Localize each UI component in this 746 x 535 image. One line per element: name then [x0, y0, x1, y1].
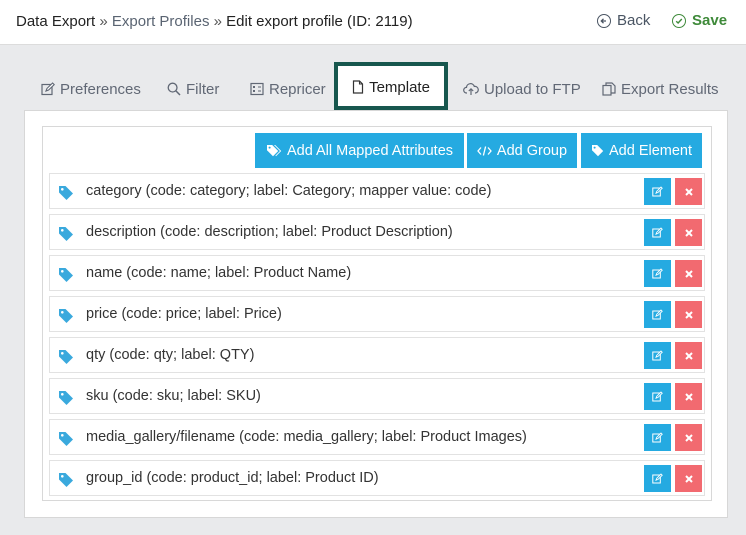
check-circle-icon	[672, 13, 686, 28]
add-group-button[interactable]: Add Group	[467, 133, 577, 168]
delete-button[interactable]	[675, 178, 702, 205]
edit-icon	[652, 227, 663, 238]
tag-icon	[591, 145, 604, 157]
breadcrumb-separator: »	[99, 13, 108, 30]
element-label: group_id (code: product_id; label: Produ…	[86, 470, 379, 486]
element-row: name (code: name; label: Product Name)	[49, 255, 705, 291]
copy-icon	[602, 82, 616, 96]
tag-icon	[58, 308, 74, 328]
edit-icon	[652, 186, 663, 197]
tag-icon	[58, 267, 74, 287]
search-icon	[167, 82, 181, 96]
delete-button[interactable]	[675, 383, 702, 410]
element-label: price (code: price; label: Price)	[86, 306, 282, 322]
tab-preferences[interactable]: Preferences	[41, 77, 141, 101]
close-icon	[684, 392, 693, 401]
edit-button[interactable]	[644, 219, 671, 246]
edit-button[interactable]	[644, 260, 671, 287]
tag-icon	[58, 349, 74, 369]
delete-button[interactable]	[675, 465, 702, 492]
edit-button[interactable]	[644, 383, 671, 410]
delete-button[interactable]	[675, 424, 702, 451]
edit-button[interactable]	[644, 178, 671, 205]
element-row: media_gallery/filename (code: media_gall…	[49, 419, 705, 455]
tag-icon	[58, 431, 74, 451]
edit-icon	[652, 309, 663, 320]
tag-icon	[58, 390, 74, 410]
tags-icon	[266, 145, 282, 157]
edit-icon	[652, 391, 663, 402]
code-icon	[477, 145, 492, 156]
close-icon	[684, 187, 693, 196]
tab-label: Template	[369, 78, 430, 96]
edit-icon	[652, 432, 663, 443]
element-row: group_id (code: product_id; label: Produ…	[49, 460, 705, 496]
element-row: price (code: price; label: Price)	[49, 296, 705, 332]
close-icon	[684, 310, 693, 319]
breadcrumb-export-profiles[interactable]: Export Profiles	[112, 13, 210, 30]
add-all-mapped-attributes-button[interactable]: Add All Mapped Attributes	[255, 133, 464, 168]
cloud-upload-icon	[463, 83, 479, 95]
element-row: description (code: description; label: P…	[49, 214, 705, 250]
tab-upload-to-ftp[interactable]: Upload to FTP	[463, 77, 581, 101]
tab-label: Upload to FTP	[484, 80, 581, 98]
tag-icon	[58, 472, 74, 492]
template-panel: Add All Mapped Attributes Add Group Add …	[24, 110, 728, 518]
close-icon	[684, 351, 693, 360]
element-row: sku (code: sku; label: SKU)	[49, 378, 705, 414]
edit-icon	[652, 268, 663, 279]
element-label: qty (code: qty; label: QTY)	[86, 347, 255, 363]
button-label: Add All Mapped Attributes	[286, 142, 454, 159]
save-button[interactable]: Save	[672, 12, 727, 29]
edit-button[interactable]	[644, 465, 671, 492]
add-element-button[interactable]: Add Element	[581, 133, 702, 168]
element-label: name (code: name; label: Product Name)	[86, 265, 352, 281]
delete-button[interactable]	[675, 219, 702, 246]
breadcrumb: Data Export » Export Profiles » Edit exp…	[16, 13, 413, 30]
button-label: Add Element	[608, 142, 693, 159]
element-label: sku (code: sku; label: SKU)	[86, 388, 261, 404]
element-label: media_gallery/filename (code: media_gall…	[86, 429, 527, 445]
tab-bar: Preferences Filter Repricer Template Upl…	[0, 60, 746, 112]
tab-export-results[interactable]: Export Results	[602, 77, 719, 101]
back-label: Back	[617, 12, 651, 29]
close-icon	[684, 474, 693, 483]
element-label: category (code: category; label: Categor…	[86, 183, 492, 199]
tab-label: Filter	[186, 80, 220, 98]
arrow-left-circle-icon	[597, 13, 611, 28]
edit-icon	[652, 350, 663, 361]
breadcrumb-current: Edit export profile (ID: 2119)	[226, 13, 413, 30]
edit-button[interactable]	[644, 424, 671, 451]
tag-icon	[58, 185, 74, 205]
breadcrumb-separator: »	[213, 13, 222, 30]
edit-icon	[652, 473, 663, 484]
tab-template[interactable]: Template	[334, 62, 448, 110]
edit-icon	[41, 82, 55, 96]
tab-label: Repricer	[269, 80, 326, 98]
tab-label: Preferences	[60, 80, 141, 98]
edit-button[interactable]	[644, 342, 671, 369]
close-icon	[684, 269, 693, 278]
close-icon	[684, 433, 693, 442]
breadcrumb-root[interactable]: Data Export	[16, 13, 95, 30]
button-label: Add Group	[496, 142, 568, 159]
save-label: Save	[692, 12, 728, 29]
tab-repricer[interactable]: Repricer	[250, 77, 326, 101]
element-label: description (code: description; label: P…	[86, 224, 453, 240]
element-row: qty (code: qty; label: QTY)	[49, 337, 705, 373]
edit-button[interactable]	[644, 301, 671, 328]
tab-filter[interactable]: Filter	[167, 77, 219, 101]
element-row: category (code: category; label: Categor…	[49, 173, 705, 209]
page-header: Data Export » Export Profiles » Edit exp…	[0, 0, 746, 45]
tag-icon	[58, 226, 74, 246]
file-icon	[352, 80, 364, 94]
back-button[interactable]: Back	[597, 12, 650, 29]
template-elements-container: Add All Mapped Attributes Add Group Add …	[42, 126, 712, 501]
close-icon	[684, 228, 693, 237]
calculator-icon	[250, 82, 264, 96]
tab-label: Export Results	[621, 80, 719, 98]
delete-button[interactable]	[675, 342, 702, 369]
delete-button[interactable]	[675, 301, 702, 328]
delete-button[interactable]	[675, 260, 702, 287]
